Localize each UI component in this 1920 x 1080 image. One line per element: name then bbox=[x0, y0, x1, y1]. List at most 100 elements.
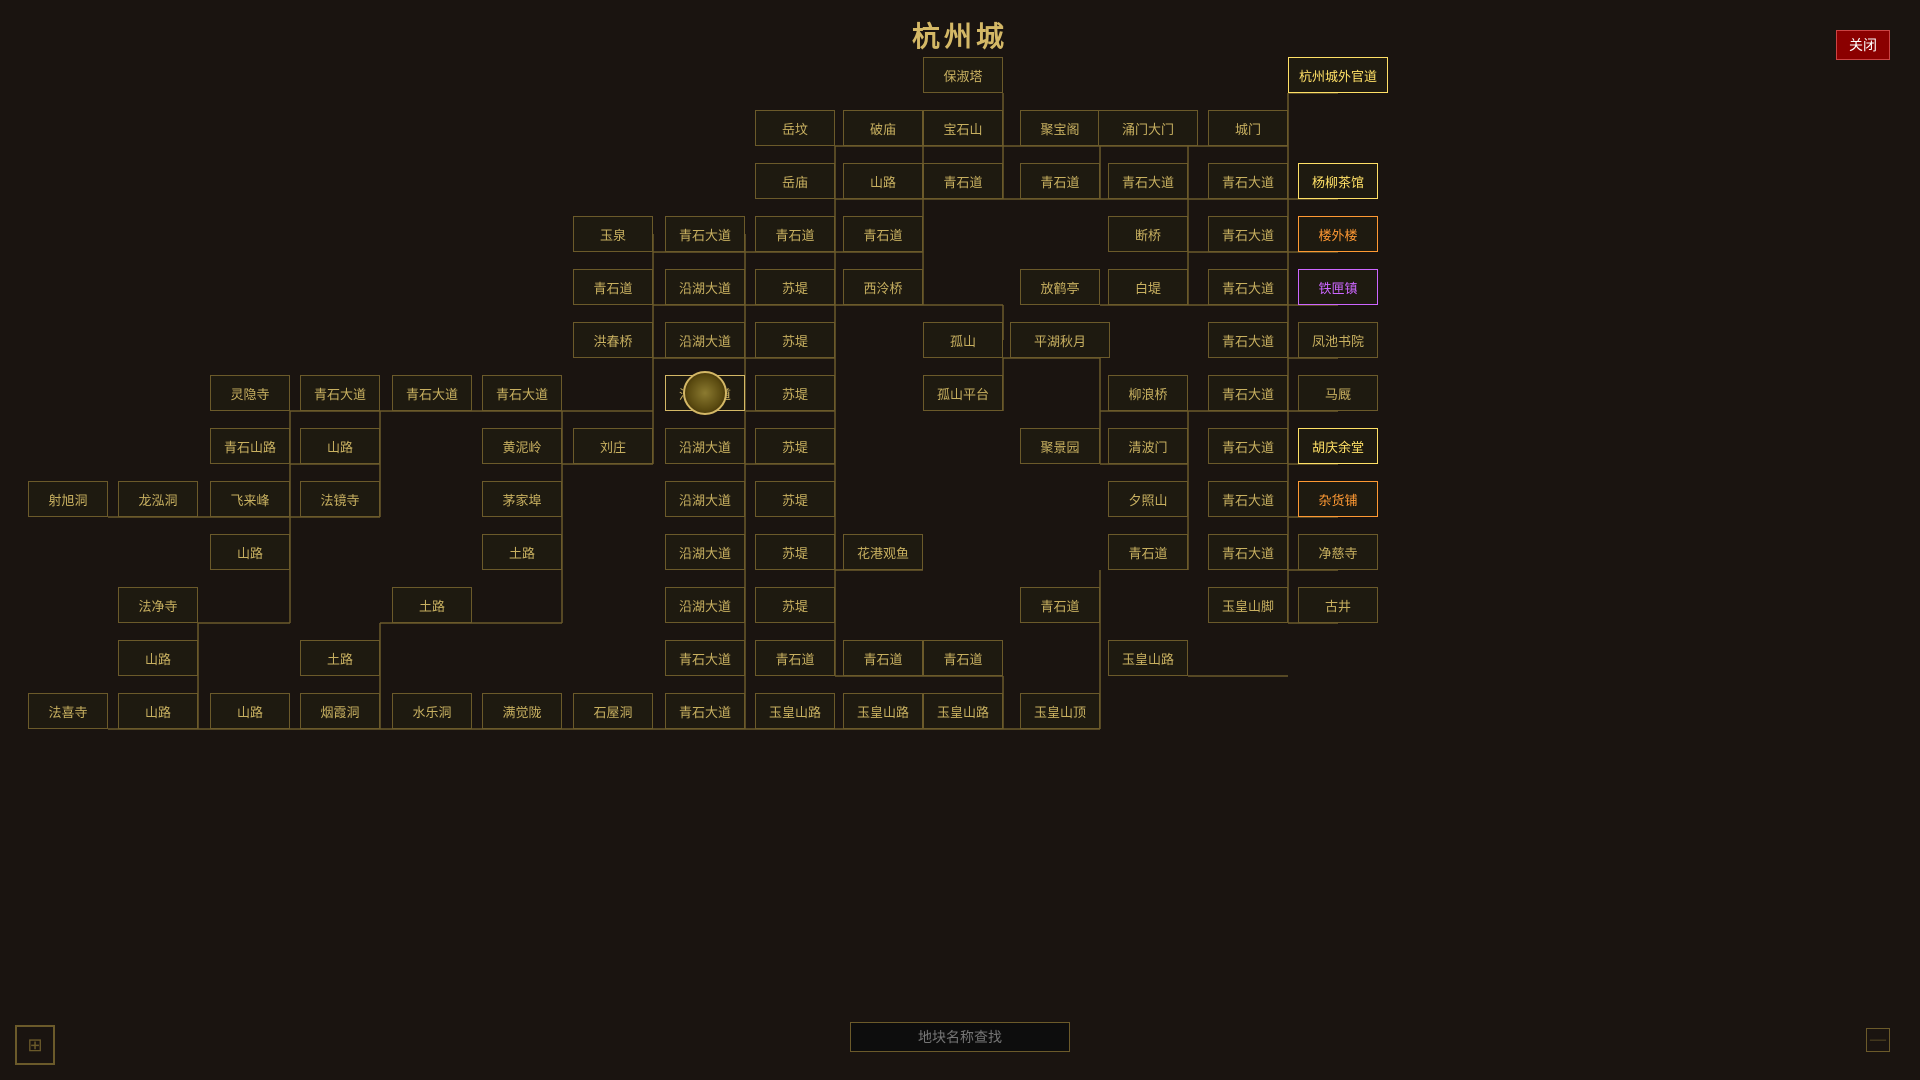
map-node-shanlu3[interactable]: 山路 bbox=[210, 534, 290, 570]
map-node-qingshidao3[interactable]: 青石大道 bbox=[1108, 163, 1188, 199]
map-node-gushanplatform[interactable]: 孤山平台 bbox=[923, 375, 1003, 411]
map-node-hangzhouwaiguan[interactable]: 杭州城外官道 bbox=[1288, 57, 1388, 93]
map-node-qingshidao4[interactable]: 青石道 bbox=[755, 216, 835, 252]
map-node-fengchishuyuan[interactable]: 凤池书院 bbox=[1298, 322, 1378, 358]
map-node-qingshidadao11[interactable]: 青石大道 bbox=[1208, 481, 1288, 517]
map-node-yanhudadao4[interactable]: 沿湖大道 bbox=[665, 428, 745, 464]
map-node-qingshidao11[interactable]: 青石道 bbox=[923, 640, 1003, 676]
map-node-yuhuangshanlu4[interactable]: 玉皇山路 bbox=[923, 693, 1003, 729]
map-node-yuhuangshanding[interactable]: 玉皇山顶 bbox=[1020, 693, 1100, 729]
map-node-qingshidadao5[interactable]: 青石大道 bbox=[1208, 322, 1288, 358]
map-node-qingshidadao2[interactable]: 青石大道 bbox=[665, 216, 745, 252]
map-node-baoshishan[interactable]: 宝石山 bbox=[923, 110, 1003, 146]
map-node-faxisi[interactable]: 法喜寺 bbox=[28, 693, 108, 729]
map-node-qingshidadao6[interactable]: 青石大道 bbox=[300, 375, 380, 411]
map-node-sudi1[interactable]: 苏堤 bbox=[755, 269, 835, 305]
map-node-chengmen[interactable]: 城门 bbox=[1208, 110, 1288, 146]
map-node-qingshidadao4[interactable]: 青石大道 bbox=[1208, 269, 1288, 305]
map-node-shanlu4[interactable]: 山路 bbox=[118, 640, 198, 676]
map-node-shiweifang[interactable]: 石屋洞 bbox=[573, 693, 653, 729]
map-node-yanxiandong[interactable]: 烟霞洞 bbox=[300, 693, 380, 729]
map-node-sudi2[interactable]: 苏堤 bbox=[755, 322, 835, 358]
close-button[interactable]: 关闭 bbox=[1836, 30, 1890, 60]
map-node-xilengqiao[interactable]: 西泠桥 bbox=[843, 269, 923, 305]
map-node-maojiabu[interactable]: 茅家埠 bbox=[482, 481, 562, 517]
map-node-huqingyu[interactable]: 胡庆余堂 bbox=[1298, 428, 1378, 464]
map-node-gujin[interactable]: 古井 bbox=[1298, 587, 1378, 623]
map-node-yanhudadao2[interactable]: 沿湖大道 bbox=[665, 322, 745, 358]
map-node-qingbomen[interactable]: 清波门 bbox=[1108, 428, 1188, 464]
map-node-louwaijou[interactable]: 楼外楼 bbox=[1298, 216, 1378, 252]
map-node-huagangguanyu[interactable]: 花港观鱼 bbox=[843, 534, 923, 570]
map-node-gushan1[interactable]: 孤山 bbox=[923, 322, 1003, 358]
map-node-shanlu1[interactable]: 山路 bbox=[843, 163, 923, 199]
map-node-shanlu2[interactable]: 山路 bbox=[300, 428, 380, 464]
map-node-qingshidadao8[interactable]: 青石大道 bbox=[482, 375, 562, 411]
map-node-longhongdong[interactable]: 龙泓洞 bbox=[118, 481, 198, 517]
map-node-qingshidadao7[interactable]: 青石大道 bbox=[392, 375, 472, 411]
map-node-sudi7[interactable]: 苏堤 bbox=[755, 587, 835, 623]
map-node-shuiledon[interactable]: 水乐洞 bbox=[392, 693, 472, 729]
map-node-xizhaoshan[interactable]: 夕照山 bbox=[1108, 481, 1188, 517]
map-node-jujingyuan[interactable]: 聚景园 bbox=[1020, 428, 1100, 464]
minimize-button[interactable]: — bbox=[1866, 1028, 1890, 1052]
map-node-qingshidadao13[interactable]: 青石大道 bbox=[665, 640, 745, 676]
map-node-qingshidadao1[interactable]: 青石大道 bbox=[1208, 163, 1288, 199]
map-node-yongmen[interactable]: 涌门大门 bbox=[1098, 110, 1198, 146]
map-node-liuzhuang[interactable]: 刘庄 bbox=[573, 428, 653, 464]
map-node-yanhudadao7[interactable]: 沿湖大道 bbox=[665, 587, 745, 623]
map-node-yanhudadao1[interactable]: 沿湖大道 bbox=[665, 269, 745, 305]
map-node-lingyinsi[interactable]: 灵隐寺 bbox=[210, 375, 290, 411]
map-node-huangnigang[interactable]: 黄泥岭 bbox=[482, 428, 562, 464]
map-node-manjuejue[interactable]: 满觉陇 bbox=[482, 693, 562, 729]
map-node-shanlu6[interactable]: 山路 bbox=[210, 693, 290, 729]
map-node-qingshidao8[interactable]: 青石道 bbox=[1020, 587, 1100, 623]
map-node-yuhuangshanlu2[interactable]: 玉皇山路 bbox=[755, 693, 835, 729]
map-node-qingshidadao12[interactable]: 青石大道 bbox=[1208, 534, 1288, 570]
map-node-qingshidao7[interactable]: 青石道 bbox=[1108, 534, 1188, 570]
map-node-yanhudadao3[interactable]: 沿湖大道 bbox=[665, 375, 745, 411]
map-node-qingshidadao3[interactable]: 青石大道 bbox=[1208, 216, 1288, 252]
map-node-qingshidao6[interactable]: 青石道 bbox=[573, 269, 653, 305]
map-node-yuhuangshanlu[interactable]: 玉皇山路 bbox=[1108, 640, 1188, 676]
map-node-yuefeng[interactable]: 岳坟 bbox=[755, 110, 835, 146]
map-node-sudi4[interactable]: 苏堤 bbox=[755, 428, 835, 464]
map-node-qingshishanlu[interactable]: 青石山路 bbox=[210, 428, 290, 464]
map-node-qingshidadao9[interactable]: 青石大道 bbox=[1208, 375, 1288, 411]
map-node-qingshidao1[interactable]: 青石道 bbox=[923, 163, 1003, 199]
map-node-zahuopuzhen[interactable]: 杂货铺 bbox=[1298, 481, 1378, 517]
map-node-tulu3[interactable]: 土路 bbox=[300, 640, 380, 676]
map-node-duanqiao[interactable]: 断桥 bbox=[1108, 216, 1188, 252]
map-node-fajingsi[interactable]: 法镜寺 bbox=[300, 481, 380, 517]
map-node-yuhuangshanjiao[interactable]: 玉皇山脚 bbox=[1208, 587, 1288, 623]
map-node-shanlu5[interactable]: 山路 bbox=[118, 693, 198, 729]
map-node-fajingsi2[interactable]: 法净寺 bbox=[118, 587, 198, 623]
map-node-yanhudadao6[interactable]: 沿湖大道 bbox=[665, 534, 745, 570]
map-node-sudi6[interactable]: 苏堤 bbox=[755, 534, 835, 570]
map-node-tulu2[interactable]: 土路 bbox=[392, 587, 472, 623]
map-node-jubao[interactable]: 聚宝阁 bbox=[1020, 110, 1100, 146]
map-node-shexudong[interactable]: 射旭洞 bbox=[28, 481, 108, 517]
map-node-malu[interactable]: 马厩 bbox=[1298, 375, 1378, 411]
map-node-pinghu[interactable]: 平湖秋月 bbox=[1010, 322, 1110, 358]
map-node-yanhudadao5[interactable]: 沿湖大道 bbox=[665, 481, 745, 517]
map-node-yuquan[interactable]: 玉泉 bbox=[573, 216, 653, 252]
map-node-qingshidadao10[interactable]: 青石大道 bbox=[1208, 428, 1288, 464]
map-node-hongchunqiao[interactable]: 洪春桥 bbox=[573, 322, 653, 358]
map-node-qingshidao2[interactable]: 青石道 bbox=[1020, 163, 1100, 199]
map-node-tiequzhen[interactable]: 铁匣镇 bbox=[1298, 269, 1378, 305]
map-node-baoshu[interactable]: 保淑塔 bbox=[923, 57, 1003, 93]
map-node-tulu1[interactable]: 土路 bbox=[482, 534, 562, 570]
map-node-jingcisi[interactable]: 净慈寺 bbox=[1298, 534, 1378, 570]
map-node-pomiao[interactable]: 破庙 bbox=[843, 110, 923, 146]
map-node-liulanqiao[interactable]: 柳浪桥 bbox=[1108, 375, 1188, 411]
map-node-fangheting[interactable]: 放鹤亭 bbox=[1020, 269, 1100, 305]
map-node-qingshidao10[interactable]: 青石道 bbox=[843, 640, 923, 676]
map-node-qingshidadao14[interactable]: 青石大道 bbox=[665, 693, 745, 729]
map-node-qingshidao9[interactable]: 青石道 bbox=[755, 640, 835, 676]
map-node-qingshidao5[interactable]: 青石道 bbox=[843, 216, 923, 252]
map-node-sudi3[interactable]: 苏堤 bbox=[755, 375, 835, 411]
map-node-sudi5[interactable]: 苏堤 bbox=[755, 481, 835, 517]
search-input[interactable] bbox=[850, 1022, 1070, 1052]
map-node-yuemiao[interactable]: 岳庙 bbox=[755, 163, 835, 199]
